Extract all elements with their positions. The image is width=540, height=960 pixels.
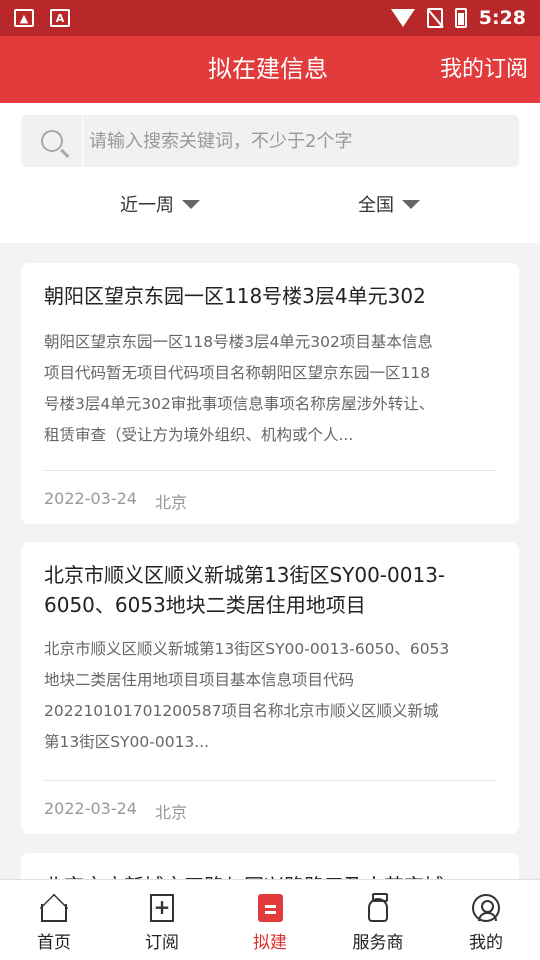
search-input[interactable] bbox=[89, 130, 489, 152]
project-card[interactable]: 北京市顺义区顺义新城第13街区SY00-0013-6050、6053 地块二类居住… bbox=[21, 542, 519, 834]
image-icon: ▲ bbox=[14, 9, 34, 27]
chevron-down-icon bbox=[402, 199, 420, 209]
my-subscription-link[interactable]: 我的订阅 bbox=[440, 36, 528, 103]
summary-line: 朝阳区望京东园一区118号楼3层4单元302项目基本信息 bbox=[44, 333, 433, 351]
project-summary: 北京市顺义区顺义新城第13街区SY00-0013-6050、6053 地块二类居… bbox=[44, 634, 499, 758]
no-sim-icon bbox=[426, 8, 443, 28]
project-card[interactable]: 朝阳区望京东园一区118号楼3层4单元302 朝阳区望京东园一区118号楼3层4… bbox=[21, 263, 519, 524]
subscribe-icon bbox=[146, 892, 178, 924]
tab-label: 订阅 bbox=[145, 933, 179, 953]
divider bbox=[44, 780, 496, 781]
tab-home[interactable]: 首页 bbox=[0, 880, 108, 960]
profile-icon bbox=[470, 892, 502, 924]
project-location: 北京 bbox=[154, 803, 187, 822]
tab-label: 拟建 bbox=[253, 933, 287, 953]
summary-line: 第13街区SY00-0013... bbox=[44, 733, 210, 751]
project-meta: 2022-03-24 北京 bbox=[44, 489, 187, 513]
project-title: 北京市顺义区顺义新城第13街区SY00-0013-6050、6053地块二类居住… bbox=[44, 563, 446, 617]
bottom-tab-bar: 首页 订阅 拟建 服务商 我的 bbox=[0, 879, 540, 960]
project-title: 北京亦庄新城亦四路与同兴路路口及中芯京城 bbox=[44, 871, 499, 879]
home-icon bbox=[38, 892, 70, 924]
tab-proposed-build[interactable]: 拟建 bbox=[216, 880, 324, 960]
search-box bbox=[21, 115, 519, 167]
summary-line: 号楼3层4单元302审批事项信息事项名称房屋涉外转让、 bbox=[44, 395, 435, 413]
summary-line: 地块二类居住用地项目项目基本信息项目代码 bbox=[44, 671, 355, 689]
summary-line: 项目代码暂无项目代码项目名称朝阳区望京东园一区118 bbox=[44, 364, 431, 382]
region-filter[interactable]: 全国 bbox=[358, 191, 420, 217]
service-provider-icon bbox=[362, 892, 394, 924]
tab-label: 首页 bbox=[37, 933, 71, 953]
summary-line: 北京市顺义区顺义新城第13街区SY00-0013-6050、6053 bbox=[44, 640, 450, 658]
app-header: 拟在建信息 我的订阅 bbox=[0, 36, 540, 103]
period-filter-label: 近一周 bbox=[120, 195, 174, 216]
chevron-down-icon bbox=[182, 199, 200, 209]
status-bar: ▲ A 5:28 bbox=[0, 0, 540, 36]
project-location: 北京 bbox=[154, 493, 187, 512]
project-meta: 2022-03-24 北京 bbox=[44, 799, 187, 823]
tab-service-provider[interactable]: 服务商 bbox=[324, 880, 432, 960]
project-card[interactable]: 北京亦庄新城亦四路与同兴路路口及中芯京城 bbox=[21, 853, 519, 879]
tab-label: 服务商 bbox=[352, 933, 404, 953]
divider bbox=[44, 470, 496, 471]
proposed-build-icon bbox=[254, 892, 286, 924]
summary-line: 202210101701200587项目名称北京市顺义区顺义新城 bbox=[44, 702, 439, 720]
project-list: 朝阳区望京东园一区118号楼3层4单元302 朝阳区望京东园一区118号楼3层4… bbox=[0, 243, 540, 879]
search-filter-area: 近一周 全国 bbox=[0, 103, 540, 243]
search-icon[interactable] bbox=[40, 130, 63, 152]
project-date: 2022-03-24 bbox=[44, 799, 137, 818]
project-title: 朝阳区望京东园一区118号楼3层4单元302 bbox=[44, 284, 426, 308]
tab-subscribe[interactable]: 订阅 bbox=[108, 880, 216, 960]
wifi-icon bbox=[390, 9, 415, 27]
tab-label: 我的 bbox=[469, 933, 503, 953]
status-time: 5:28 bbox=[478, 7, 526, 29]
project-summary: 朝阳区望京东园一区118号楼3层4单元302项目基本信息 项目代码暂无项目代码项… bbox=[44, 327, 499, 451]
project-date: 2022-03-24 bbox=[44, 489, 137, 508]
page-title: 拟在建信息 bbox=[208, 55, 328, 83]
battery-icon bbox=[454, 8, 467, 28]
a-icon: A bbox=[50, 9, 70, 27]
tab-profile[interactable]: 我的 bbox=[432, 880, 540, 960]
region-filter-label: 全国 bbox=[358, 195, 394, 216]
period-filter[interactable]: 近一周 bbox=[120, 191, 200, 217]
summary-line: 租赁审查（受让方为境外组织、机构或个人... bbox=[44, 426, 354, 444]
